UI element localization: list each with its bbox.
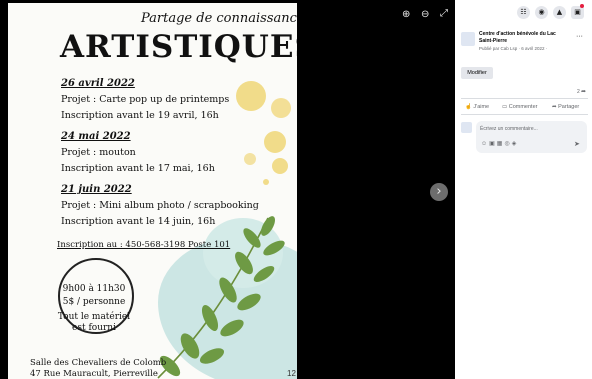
event-date: 24 mai 2022: [61, 131, 131, 142]
event-project: Projet : Mini album photo / scrapbooking: [61, 200, 259, 211]
inscription-phone: Inscription au : 450-568-3198 Poste 101: [57, 240, 231, 250]
poster-title: ARTISTIQUES: [60, 29, 297, 65]
address-line: Salle des Chevaliers de Colomb: [30, 358, 167, 368]
comment-placeholder: Écrivez un commentaire...: [480, 126, 538, 132]
yellow-blob: [263, 179, 269, 185]
send-icon[interactable]: ➤: [574, 140, 580, 148]
like-label: J'aime: [473, 104, 490, 110]
hours-text: 9h00 à 11h30: [62, 284, 126, 294]
yellow-blob: [264, 131, 286, 153]
leaf-branch: [157, 216, 285, 379]
material-text: Tout le matériel: [57, 312, 131, 322]
event-date: 21 juin 2022: [61, 184, 132, 195]
like-button[interactable]: ☝ J'aime: [465, 104, 489, 110]
address-line: 47 Rue Mauracult, Pierreville: [30, 369, 158, 379]
page-name[interactable]: Centre d'action bénévole du Lac: [479, 31, 556, 37]
event-inscription: Inscription avant le 17 mai, 16h: [61, 163, 215, 174]
notification-dot: [580, 4, 584, 8]
share-arrow-icon: ➦: [581, 89, 587, 95]
photo-stage: Partage de connaissances ARTISTIQUES 26 …: [0, 0, 455, 379]
divider: [461, 98, 588, 99]
comment-label: Commenter: [508, 104, 538, 110]
more-options-icon[interactable]: ···: [576, 33, 583, 40]
share-button[interactable]: ➦ Partager: [552, 104, 579, 110]
event-project: Projet : Carte pop up de printemps: [61, 94, 230, 105]
share-label: Partager: [558, 104, 580, 110]
poster-subtitle: Partage de connaissances: [141, 11, 297, 26]
share-count[interactable]: 2: [577, 89, 580, 95]
divider: [461, 114, 588, 115]
event-date: 26 avril 2022: [61, 78, 135, 89]
fullscreen-icon[interactable]: ⤢: [440, 8, 448, 19]
post-meta: Publié par Cab Lsp · 6 avril 2022 ·: [479, 46, 548, 51]
material-text: est fourni: [72, 323, 116, 333]
modify-button[interactable]: Modifier: [461, 67, 493, 79]
page-number: 12: [287, 369, 296, 378]
yellow-blob: [271, 98, 291, 118]
yellow-blob: [272, 158, 288, 174]
zoom-in-icon[interactable]: ⊕: [402, 9, 410, 20]
comment-button[interactable]: ▭ Commenter: [502, 104, 537, 110]
page-name[interactable]: Saint-Pierre: [479, 38, 507, 44]
comment-icon: ▭: [502, 104, 509, 110]
yellow-blob: [236, 81, 266, 111]
menu-grid-icon[interactable]: ☷: [517, 6, 530, 19]
commenter-avatar: [461, 122, 472, 133]
page-avatar[interactable]: [461, 32, 475, 46]
yellow-blob: [244, 153, 256, 165]
comment-tools-icons[interactable]: ☺▣▦◎◈: [481, 140, 518, 147]
messenger-icon[interactable]: ◉: [535, 6, 548, 19]
bell-icon[interactable]: ▲: [553, 6, 566, 19]
side-panel: [455, 0, 592, 379]
price-text: 5$ / personne: [62, 297, 126, 307]
zoom-out-icon[interactable]: ⊖: [421, 9, 429, 20]
event-project: Projet : mouton: [61, 147, 136, 158]
poster-image: Partage de connaissances ARTISTIQUES 26 …: [8, 3, 297, 379]
chevron-right-icon[interactable]: ›: [430, 183, 448, 201]
event-inscription: Inscription avant le 14 juin, 16h: [61, 216, 216, 227]
event-inscription: Inscription avant le 19 avril, 16h: [61, 110, 219, 121]
